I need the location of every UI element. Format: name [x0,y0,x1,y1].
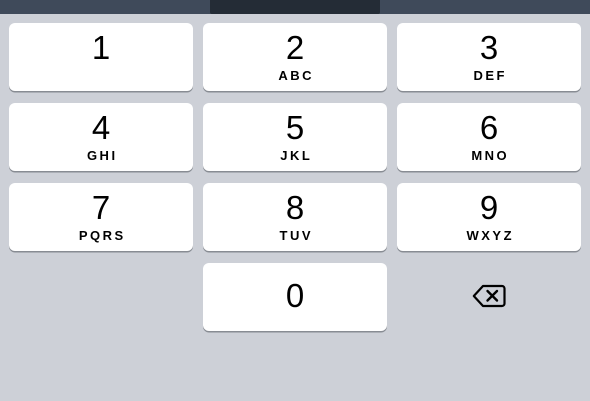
key-6[interactable]: 6 MNO [397,103,581,171]
key-digit: 5 [285,109,305,146]
backspace-icon [472,284,506,308]
key-4[interactable]: 4 GHI [9,103,193,171]
key-letters: WXYZ [466,228,515,243]
delete-button[interactable] [397,263,581,331]
key-digit: 8 [285,189,305,226]
key-digit: 6 [479,109,499,146]
top-bar-handle [210,0,380,14]
key-digit: 1 [91,29,111,66]
key-digit: 7 [91,189,111,226]
key-letters: ABC [278,68,315,83]
key-digit: 3 [479,29,499,66]
key-digit: 9 [479,189,499,226]
key-0[interactable]: 0 [203,263,387,331]
key-8[interactable]: 8 TUV [203,183,387,251]
key-digit: 2 [285,29,305,66]
key-letters: JKL [280,148,313,163]
key-9[interactable]: 9 WXYZ [397,183,581,251]
key-1[interactable]: 1 [9,23,193,91]
key-letters: TUV [279,228,313,243]
key-5[interactable]: 5 JKL [203,103,387,171]
key-2[interactable]: 2 ABC [203,23,387,91]
key-3[interactable]: 3 DEF [397,23,581,91]
numeric-keypad: 1 2 ABC 3 DEF 4 GHI 5 JKL 6 MNO 7 PQRS 8… [0,0,590,401]
top-bar [0,0,590,14]
key-letters: GHI [86,148,118,163]
key-letters: DEF [473,68,507,83]
key-letters: PQRS [78,228,126,243]
key-digit: 0 [285,277,305,314]
key-digit: 4 [91,109,111,146]
key-letters: MNO [471,148,510,163]
key-7[interactable]: 7 PQRS [9,183,193,251]
